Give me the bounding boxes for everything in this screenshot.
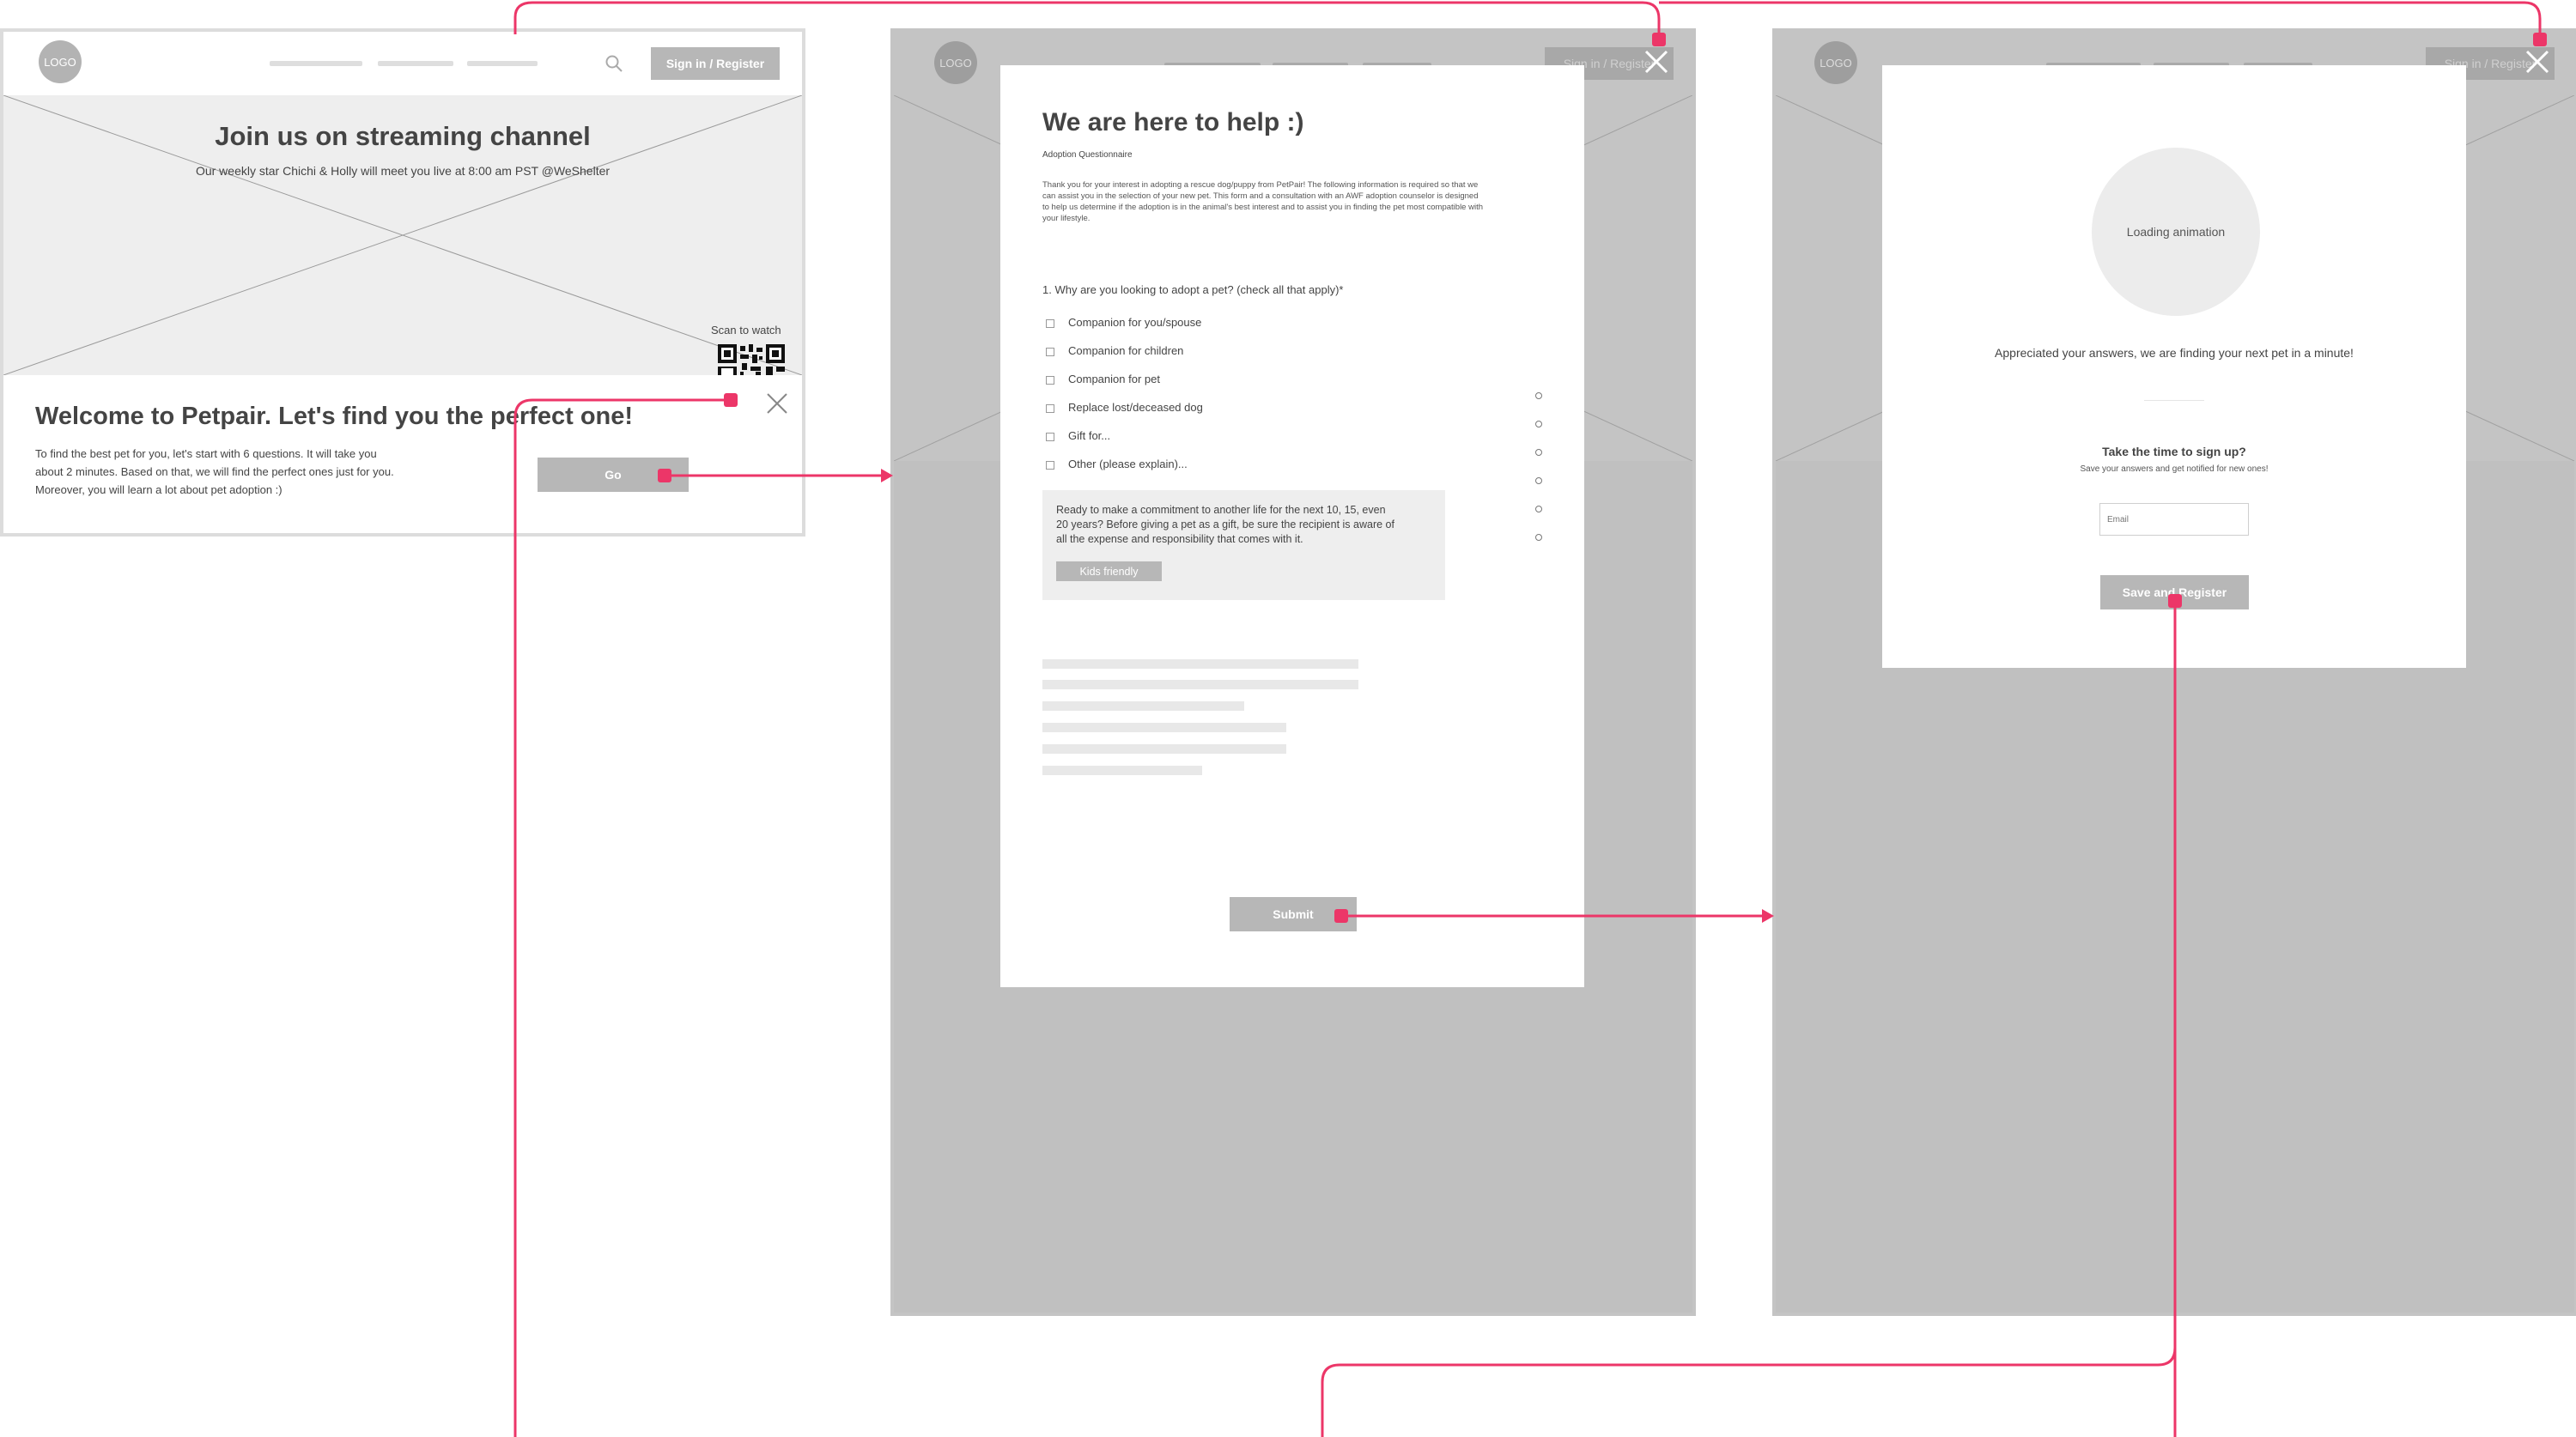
hero-subtitle: Our weekly star Chichi & Holly will meet…	[195, 164, 611, 178]
welcome-body-line-1: To find the best pet for you, let's star…	[35, 447, 377, 460]
nav-link-1[interactable]	[270, 61, 362, 66]
checkbox-icon[interactable]	[1046, 404, 1054, 413]
checkbox-icon[interactable]	[1046, 376, 1054, 385]
step-indicator-2[interactable]	[1535, 421, 1542, 427]
qr-code-icon[interactable]	[718, 344, 785, 375]
step-indicator-6[interactable]	[1535, 534, 1542, 541]
step-indicator-3[interactable]	[1535, 449, 1542, 456]
checkbox-icon[interactable]	[1046, 433, 1054, 441]
nav-link-3[interactable]	[467, 61, 538, 66]
connector-pin-close-screen3	[2533, 33, 2547, 46]
logo: LOGO	[934, 41, 977, 84]
logo: LOGO	[1814, 41, 1857, 84]
signup-title: Take the time to sign up?	[2102, 445, 2246, 458]
option-label[interactable]: Companion for you/spouse	[1068, 316, 1201, 329]
checkbox-icon[interactable]	[1046, 348, 1054, 356]
loading-animation: Loading animation	[2092, 148, 2260, 316]
connector-pin-close-screen2	[1652, 33, 1666, 46]
welcome-body-line-3: Moreover, you will learn a lot about pet…	[35, 483, 283, 496]
kids-friendly-tag[interactable]: Kids friendly	[1056, 561, 1162, 581]
skeleton-line-6	[1042, 766, 1202, 775]
skeleton-line-5	[1042, 744, 1286, 754]
option-label[interactable]: Other (please explain)...	[1068, 458, 1188, 470]
tip-box: Ready to make a commitment to another li…	[1042, 490, 1445, 600]
step-indicator-4[interactable]	[1535, 477, 1542, 484]
skeleton-line-1	[1042, 659, 1358, 669]
close-icon[interactable]	[766, 392, 788, 415]
close-icon[interactable]	[1643, 49, 1669, 75]
modal-title: We are here to help :)	[1042, 108, 1304, 136]
welcome-title: Welcome to Petpair. Let's find you the p…	[35, 403, 634, 430]
tip-line-1: Ready to make a commitment to another li…	[1056, 504, 1386, 516]
step-indicator-5[interactable]	[1535, 506, 1542, 512]
skeleton-line-4	[1042, 723, 1286, 732]
intro-line-1: Thank you for your interest in adopting …	[1042, 180, 1479, 190]
search-icon[interactable]	[605, 54, 623, 73]
loading-modal: Loading animation Appreciated your answe…	[1882, 65, 2466, 668]
option-label[interactable]: Replace lost/deceased dog	[1068, 401, 1203, 414]
tip-line-3: all the expense and responsibility that …	[1056, 533, 1303, 545]
connector-pin-submit	[1334, 909, 1348, 923]
scan-to-watch-label: Scan to watch	[711, 324, 781, 337]
modal-subtitle: Adoption Questionnaire	[1042, 150, 1133, 160]
logo[interactable]: LOGO	[39, 40, 82, 83]
checkbox-icon[interactable]	[1046, 319, 1054, 328]
sign-in-register-button[interactable]: Sign in / Register	[651, 47, 780, 80]
connector-pin-register	[2168, 594, 2182, 608]
option-label[interactable]: Companion for children	[1068, 344, 1183, 357]
skeleton-line-2	[1042, 680, 1358, 689]
hero-video-placeholder[interactable]: Join us on streaming channel Our weekly …	[3, 95, 802, 375]
email-field[interactable]	[2099, 503, 2249, 536]
welcome-body-line-2: about 2 minutes. Based on that, we will …	[35, 465, 394, 478]
close-icon[interactable]	[2524, 49, 2550, 75]
checkbox-icon[interactable]	[1046, 461, 1054, 470]
question-1: 1. Why are you looking to adopt a pet? (…	[1042, 283, 1344, 296]
intro-line-4: your lifestyle.	[1042, 214, 1091, 223]
option-label[interactable]: Gift for...	[1068, 429, 1110, 442]
connector-pin-close	[724, 393, 738, 407]
questionnaire-modal: We are here to help :) Adoption Question…	[1000, 65, 1584, 987]
intro-line-3: to help us determine if the adoption is …	[1042, 203, 1483, 212]
hero-title: Join us on streaming channel	[215, 121, 591, 151]
loading-animation-label: Loading animation	[2126, 225, 2226, 239]
nav-link-2[interactable]	[378, 61, 453, 66]
appreciation-text: Appreciated your answers, we are finding…	[1995, 346, 2354, 360]
step-indicator-1[interactable]	[1535, 392, 1542, 399]
intro-line-2: can assist you in the selection of your …	[1042, 191, 1479, 201]
tip-line-2: 20 years? Before giving a pet as a gift,…	[1056, 518, 1394, 531]
option-label[interactable]: Companion for pet	[1068, 373, 1160, 385]
divider	[2144, 400, 2204, 401]
connector-pin-go	[658, 469, 671, 482]
signup-subtitle: Save your answers and get notified for n…	[2080, 464, 2269, 474]
skeleton-line-3	[1042, 701, 1244, 711]
screen-landing: LOGO Sign in / Register Join us on strea…	[0, 28, 805, 537]
